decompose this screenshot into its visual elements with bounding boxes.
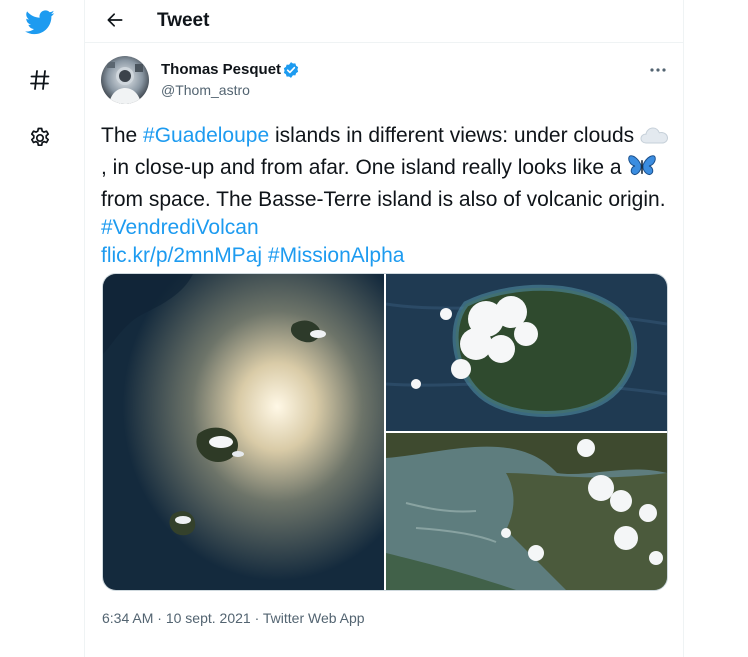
text-segment: islands in different views: under clouds [269, 124, 640, 147]
hashtag-guadeloupe[interactable]: #Guadeloupe [143, 124, 269, 147]
butterfly-emoji [627, 154, 657, 186]
text-segment: The [101, 124, 144, 147]
page-title: Tweet [157, 10, 210, 31]
hashtag-missionalpha[interactable]: #MissionAlpha [268, 244, 405, 267]
left-nav [0, 0, 84, 657]
avatar[interactable] [101, 56, 149, 104]
header: Tweet [85, 0, 683, 43]
text-segment: , in close-up and from afar. One island … [101, 156, 628, 179]
tweet-date[interactable]: 10 sept. 2021 [166, 610, 251, 626]
gear-icon[interactable] [18, 116, 62, 160]
separator: · [254, 610, 260, 626]
cloud-emoji [640, 124, 670, 154]
verified-icon [283, 62, 299, 78]
photo-islands-afar[interactable] [103, 274, 384, 590]
tweet-time[interactable]: 6:34 AM [102, 610, 153, 626]
tweet-source[interactable]: Twitter Web App [263, 610, 365, 626]
twitter-logo-icon[interactable] [18, 0, 62, 44]
photo-link[interactable]: flic.kr/p/2mnMPaj [101, 244, 262, 267]
back-arrow-icon [107, 13, 123, 27]
author-handle[interactable]: @Thom_astro [161, 82, 250, 98]
tweet-text: The #Guadeloupe islands in different vie… [101, 122, 671, 270]
more-icon [650, 68, 666, 72]
tweet-column: Tweet Thomas Pesquet @Thom_astro The #Gu… [84, 0, 684, 657]
hashtag-vendredivolcan[interactable]: #VendrediVolcan [101, 216, 259, 239]
tweet-timestamp: 6:34 AM · 10 sept. 2021 · Twitter Web Ap… [102, 610, 365, 626]
text-segment: from space. The Basse-Terre island is al… [101, 188, 666, 211]
author-name[interactable]: Thomas Pesquet [161, 61, 281, 78]
media-grid [102, 273, 668, 591]
back-button[interactable] [97, 2, 133, 38]
more-button[interactable] [641, 57, 675, 83]
separator: · [157, 610, 162, 626]
photo-island-closeup[interactable] [386, 433, 667, 590]
hashtag-icon[interactable] [18, 58, 62, 102]
photo-island-clouds[interactable] [385, 274, 667, 431]
